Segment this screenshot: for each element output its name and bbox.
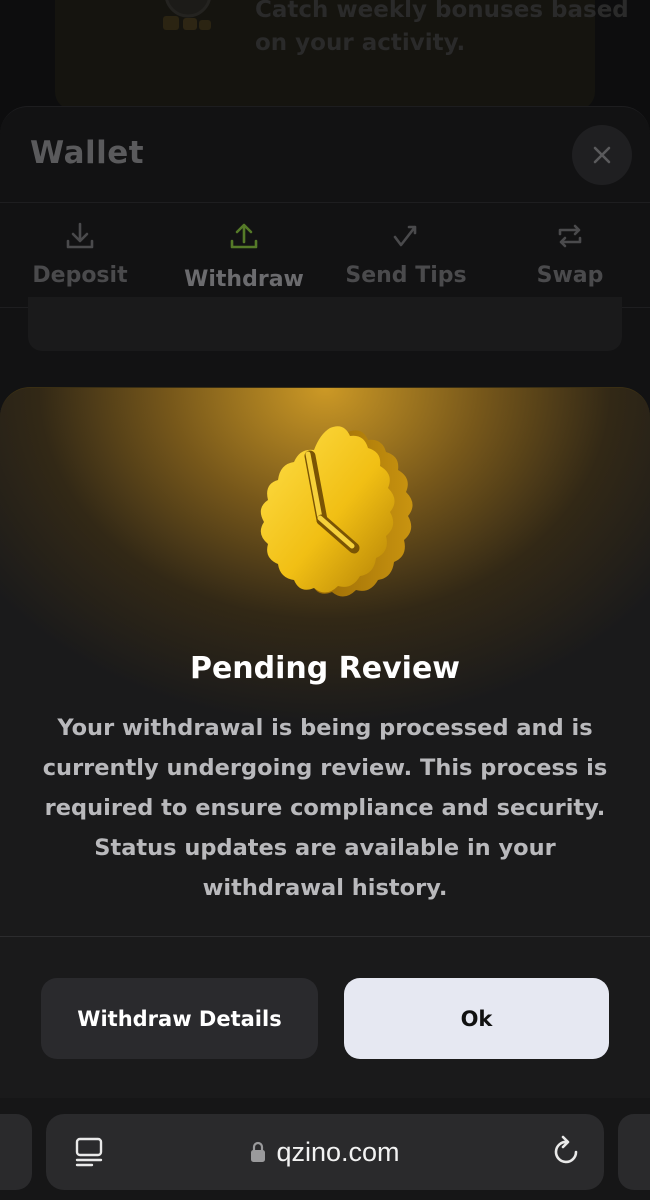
promo-banner: Catch weekly bonuses based on your activ…	[55, 0, 629, 110]
modal-body-text: Your withdrawal is being processed and i…	[42, 715, 608, 901]
previous-tab-preview[interactable]	[0, 1114, 32, 1190]
app-screen: Catch weekly bonuses based on your activ…	[0, 0, 650, 1200]
tab-deposit[interactable]: Deposit	[0, 203, 160, 309]
tab-label: Withdraw	[184, 267, 304, 292]
clock-badge-icon	[260, 426, 413, 597]
wallet-title: Wallet	[30, 135, 145, 171]
url-display: qzino.com	[46, 1114, 604, 1190]
close-icon	[593, 146, 611, 164]
ok-button[interactable]: Ok	[344, 978, 609, 1059]
reload-icon[interactable]	[552, 1134, 582, 1168]
pending-review-modal: Pending Review Your withdrawal is being …	[0, 387, 650, 1137]
swap-icon	[558, 224, 582, 248]
tab-label: Send Tips	[345, 263, 467, 288]
modal-title: Pending Review	[189, 651, 461, 686]
url-text: qzino.com	[276, 1136, 400, 1167]
send-tips-icon	[393, 225, 417, 247]
lock-icon	[251, 1141, 266, 1162]
tab-label: Deposit	[32, 263, 128, 288]
withdraw-details-button[interactable]: Withdraw Details	[41, 978, 318, 1059]
next-tab-preview[interactable]	[618, 1114, 650, 1190]
tab-withdraw[interactable]: Withdraw	[164, 203, 324, 309]
close-button[interactable]	[572, 125, 632, 185]
tab-send-tips[interactable]: Send Tips	[326, 203, 486, 309]
address-bar[interactable]: qzino.com	[46, 1114, 604, 1190]
upload-icon	[230, 223, 258, 249]
browser-toolbar: qzino.com	[0, 1098, 650, 1200]
divider	[0, 936, 650, 937]
download-icon	[66, 222, 94, 249]
wallet-tabs: Deposit Withdraw Send Tips Swap	[0, 202, 650, 308]
bonus-clock-icon	[163, 0, 211, 30]
tab-swap[interactable]: Swap	[490, 203, 650, 309]
wallet-content-card	[28, 297, 622, 351]
promo-text: Catch weekly bonuses based on your activ…	[255, 0, 629, 56]
tab-label: Swap	[536, 263, 604, 288]
